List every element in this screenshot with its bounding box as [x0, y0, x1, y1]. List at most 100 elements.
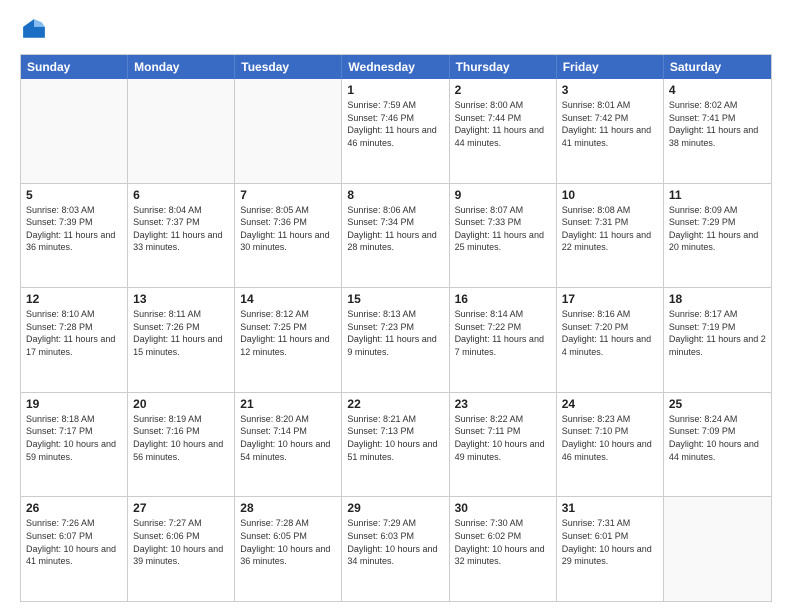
day-number: 10 — [562, 188, 658, 202]
calendar-header: SundayMondayTuesdayWednesdayThursdayFrid… — [21, 55, 771, 79]
day-number: 16 — [455, 292, 551, 306]
calendar-row-2: 12 Sunrise: 8:10 AM Sunset: 7:28 PM Dayli… — [21, 287, 771, 392]
calendar-cell: 16 Sunrise: 8:14 AM Sunset: 7:22 PM Dayli… — [450, 288, 557, 392]
calendar-cell: 21 Sunrise: 8:20 AM Sunset: 7:14 PM Dayli… — [235, 393, 342, 497]
day-number: 31 — [562, 501, 658, 515]
calendar-cell: 19 Sunrise: 8:18 AM Sunset: 7:17 PM Dayli… — [21, 393, 128, 497]
day-info: Sunrise: 8:01 AM Sunset: 7:42 PM Dayligh… — [562, 99, 658, 149]
header-day-friday: Friday — [557, 55, 664, 79]
day-info: Sunrise: 8:24 AM Sunset: 7:09 PM Dayligh… — [669, 413, 766, 463]
calendar-cell: 15 Sunrise: 8:13 AM Sunset: 7:23 PM Dayli… — [342, 288, 449, 392]
calendar-cell: 12 Sunrise: 8:10 AM Sunset: 7:28 PM Dayli… — [21, 288, 128, 392]
day-number: 17 — [562, 292, 658, 306]
day-info: Sunrise: 7:27 AM Sunset: 6:06 PM Dayligh… — [133, 517, 229, 567]
header-day-sunday: Sunday — [21, 55, 128, 79]
header — [20, 16, 772, 44]
calendar-cell: 1 Sunrise: 7:59 AM Sunset: 7:46 PM Daylig… — [342, 79, 449, 183]
calendar-cell: 18Sunrise: 8:17 AM Sunset: 7:19 PM Dayli… — [664, 288, 771, 392]
day-number: 20 — [133, 397, 229, 411]
calendar-cell: 3 Sunrise: 8:01 AM Sunset: 7:42 PM Daylig… — [557, 79, 664, 183]
day-info: Sunrise: 8:14 AM Sunset: 7:22 PM Dayligh… — [455, 308, 551, 358]
calendar-cell: 26 Sunrise: 7:26 AM Sunset: 6:07 PM Dayli… — [21, 497, 128, 601]
calendar-row-0: 1 Sunrise: 7:59 AM Sunset: 7:46 PM Daylig… — [21, 79, 771, 183]
calendar-cell: 13 Sunrise: 8:11 AM Sunset: 7:26 PM Dayli… — [128, 288, 235, 392]
day-number: 15 — [347, 292, 443, 306]
day-number: 24 — [562, 397, 658, 411]
day-info: Sunrise: 7:29 AM Sunset: 6:03 PM Dayligh… — [347, 517, 443, 567]
day-info: Sunrise: 7:30 AM Sunset: 6:02 PM Dayligh… — [455, 517, 551, 567]
day-number: 25 — [669, 397, 766, 411]
header-day-monday: Monday — [128, 55, 235, 79]
day-number: 26 — [26, 501, 122, 515]
calendar-cell: 14 Sunrise: 8:12 AM Sunset: 7:25 PM Dayli… — [235, 288, 342, 392]
day-info: Sunrise: 8:18 AM Sunset: 7:17 PM Dayligh… — [26, 413, 122, 463]
logo — [20, 16, 52, 44]
calendar-row-4: 26 Sunrise: 7:26 AM Sunset: 6:07 PM Dayli… — [21, 496, 771, 601]
day-info: Sunrise: 8:03 AM Sunset: 7:39 PM Dayligh… — [26, 204, 122, 254]
day-info: Sunrise: 8:10 AM Sunset: 7:28 PM Dayligh… — [26, 308, 122, 358]
day-number: 28 — [240, 501, 336, 515]
calendar-cell: 8 Sunrise: 8:06 AM Sunset: 7:34 PM Daylig… — [342, 184, 449, 288]
calendar-body: 1 Sunrise: 7:59 AM Sunset: 7:46 PM Daylig… — [21, 79, 771, 601]
day-info: Sunrise: 8:06 AM Sunset: 7:34 PM Dayligh… — [347, 204, 443, 254]
day-info: Sunrise: 8:00 AM Sunset: 7:44 PM Dayligh… — [455, 99, 551, 149]
day-number: 19 — [26, 397, 122, 411]
calendar-row-3: 19 Sunrise: 8:18 AM Sunset: 7:17 PM Dayli… — [21, 392, 771, 497]
calendar-cell: 31 Sunrise: 7:31 AM Sunset: 6:01 PM Dayli… — [557, 497, 664, 601]
calendar: SundayMondayTuesdayWednesdayThursdayFrid… — [20, 54, 772, 602]
calendar-cell: 22Sunrise: 8:21 AM Sunset: 7:13 PM Dayli… — [342, 393, 449, 497]
day-info: Sunrise: 8:08 AM Sunset: 7:31 PM Dayligh… — [562, 204, 658, 254]
day-number: 12 — [26, 292, 122, 306]
day-info: Sunrise: 8:09 AM Sunset: 7:29 PM Dayligh… — [669, 204, 766, 254]
day-number: 3 — [562, 83, 658, 97]
day-number: 1 — [347, 83, 443, 97]
header-day-tuesday: Tuesday — [235, 55, 342, 79]
day-number: 11 — [669, 188, 766, 202]
day-number: 6 — [133, 188, 229, 202]
day-info: Sunrise: 8:16 AM Sunset: 7:20 PM Dayligh… — [562, 308, 658, 358]
calendar-cell — [235, 79, 342, 183]
day-info: Sunrise: 8:12 AM Sunset: 7:25 PM Dayligh… — [240, 308, 336, 358]
day-info: Sunrise: 8:23 AM Sunset: 7:10 PM Dayligh… — [562, 413, 658, 463]
day-number: 21 — [240, 397, 336, 411]
day-info: Sunrise: 8:07 AM Sunset: 7:33 PM Dayligh… — [455, 204, 551, 254]
day-number: 14 — [240, 292, 336, 306]
day-number: 30 — [455, 501, 551, 515]
calendar-cell: 29Sunrise: 7:29 AM Sunset: 6:03 PM Dayli… — [342, 497, 449, 601]
day-info: Sunrise: 8:11 AM Sunset: 7:26 PM Dayligh… — [133, 308, 229, 358]
header-day-saturday: Saturday — [664, 55, 771, 79]
day-info: Sunrise: 7:59 AM Sunset: 7:46 PM Dayligh… — [347, 99, 443, 149]
calendar-cell: 7Sunrise: 8:05 AM Sunset: 7:36 PM Daylig… — [235, 184, 342, 288]
day-number: 27 — [133, 501, 229, 515]
day-number: 13 — [133, 292, 229, 306]
logo-icon — [20, 16, 48, 44]
day-number: 5 — [26, 188, 122, 202]
calendar-cell — [21, 79, 128, 183]
calendar-cell: 27 Sunrise: 7:27 AM Sunset: 6:06 PM Dayli… — [128, 497, 235, 601]
calendar-row-1: 5 Sunrise: 8:03 AM Sunset: 7:39 PM Daylig… — [21, 183, 771, 288]
calendar-cell: 9Sunrise: 8:07 AM Sunset: 7:33 PM Daylig… — [450, 184, 557, 288]
calendar-cell: 10 Sunrise: 8:08 AM Sunset: 7:31 PM Dayli… — [557, 184, 664, 288]
day-info: Sunrise: 8:20 AM Sunset: 7:14 PM Dayligh… — [240, 413, 336, 463]
calendar-cell: 5 Sunrise: 8:03 AM Sunset: 7:39 PM Daylig… — [21, 184, 128, 288]
calendar-cell: 17 Sunrise: 8:16 AM Sunset: 7:20 PM Dayli… — [557, 288, 664, 392]
day-info: Sunrise: 8:13 AM Sunset: 7:23 PM Dayligh… — [347, 308, 443, 358]
day-number: 18 — [669, 292, 766, 306]
calendar-cell: 23Sunrise: 8:22 AM Sunset: 7:11 PM Dayli… — [450, 393, 557, 497]
page: SundayMondayTuesdayWednesdayThursdayFrid… — [0, 0, 792, 612]
calendar-cell: 24 Sunrise: 8:23 AM Sunset: 7:10 PM Dayli… — [557, 393, 664, 497]
calendar-cell: 4Sunrise: 8:02 AM Sunset: 7:41 PM Daylig… — [664, 79, 771, 183]
day-number: 8 — [347, 188, 443, 202]
day-info: Sunrise: 8:04 AM Sunset: 7:37 PM Dayligh… — [133, 204, 229, 254]
day-info: Sunrise: 8:21 AM Sunset: 7:13 PM Dayligh… — [347, 413, 443, 463]
header-day-thursday: Thursday — [450, 55, 557, 79]
calendar-cell — [664, 497, 771, 601]
calendar-cell — [128, 79, 235, 183]
header-day-wednesday: Wednesday — [342, 55, 449, 79]
day-info: Sunrise: 8:02 AM Sunset: 7:41 PM Dayligh… — [669, 99, 766, 149]
day-info: Sunrise: 8:22 AM Sunset: 7:11 PM Dayligh… — [455, 413, 551, 463]
day-info: Sunrise: 7:31 AM Sunset: 6:01 PM Dayligh… — [562, 517, 658, 567]
calendar-cell: 30 Sunrise: 7:30 AM Sunset: 6:02 PM Dayli… — [450, 497, 557, 601]
day-info: Sunrise: 7:26 AM Sunset: 6:07 PM Dayligh… — [26, 517, 122, 567]
day-info: Sunrise: 8:19 AM Sunset: 7:16 PM Dayligh… — [133, 413, 229, 463]
